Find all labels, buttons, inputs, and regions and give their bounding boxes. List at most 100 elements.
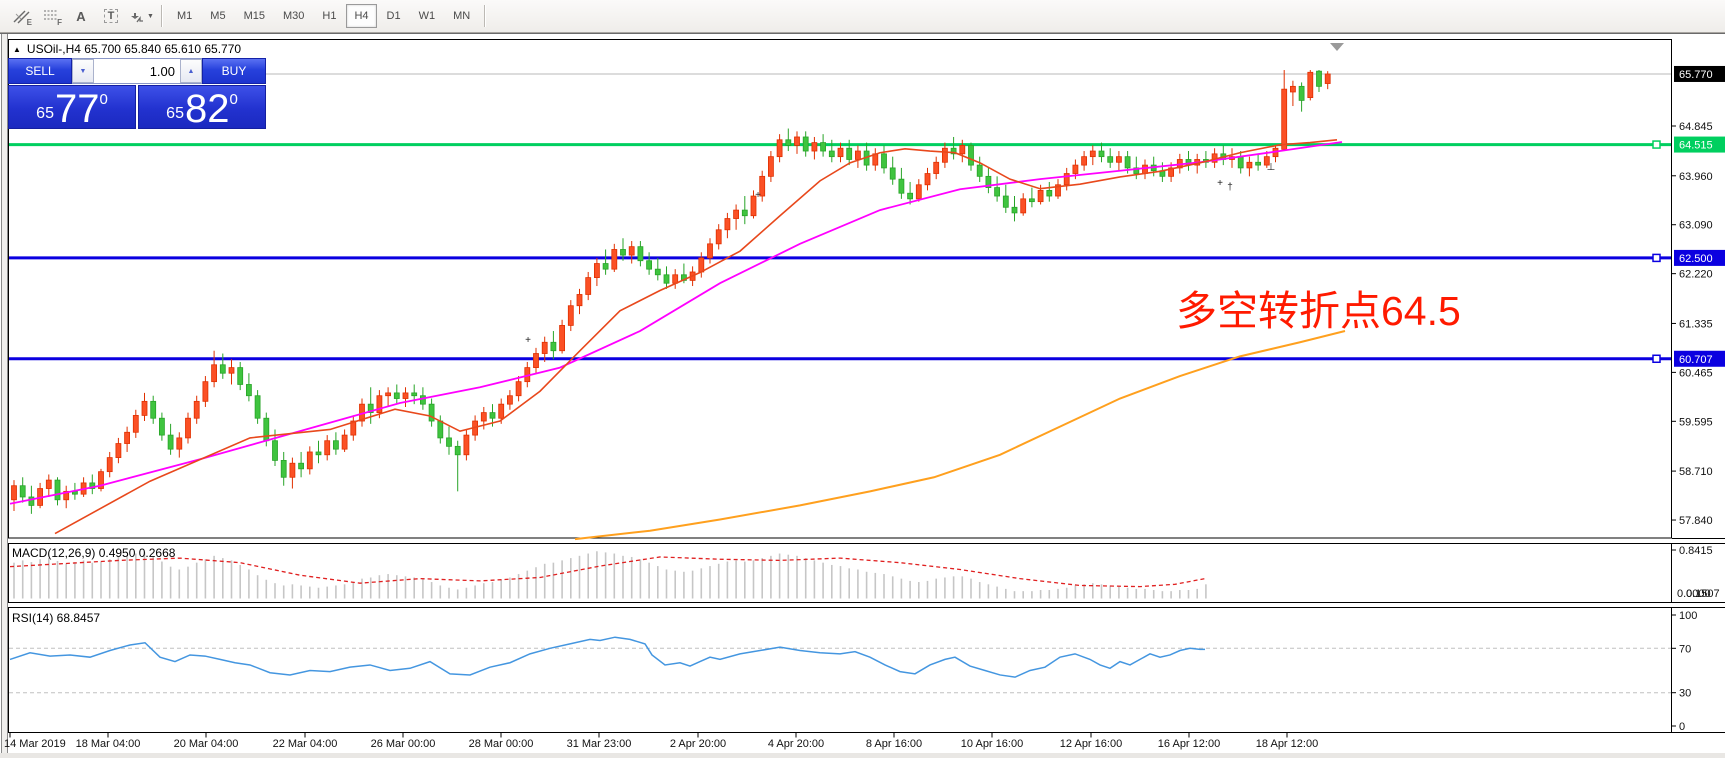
- candle: [1125, 157, 1130, 168]
- candle: [133, 415, 138, 432]
- price-axis-label: 62.220: [1679, 269, 1713, 281]
- price-axis-label: 59.595: [1679, 416, 1713, 428]
- rsi-scale-label: 0: [1679, 721, 1685, 733]
- candle: [977, 165, 982, 176]
- candle: [1116, 157, 1121, 163]
- candle: [534, 354, 539, 368]
- candle: [829, 151, 834, 157]
- timeframe-button-D1[interactable]: D1: [379, 4, 409, 28]
- candle: [560, 325, 565, 350]
- candle: [1099, 151, 1104, 157]
- spinner-up-icon: ▲: [188, 68, 195, 75]
- candle: [20, 486, 25, 497]
- candle: [107, 458, 112, 472]
- trade-marker: ⊥: [1267, 162, 1276, 173]
- volume-decrease-button[interactable]: ▼: [72, 59, 94, 83]
- candle: [316, 452, 321, 455]
- candle: [699, 258, 704, 272]
- date-axis-label: 20 Mar 04:00: [174, 738, 239, 750]
- level-line-handle[interactable]: [1653, 254, 1660, 261]
- trade-marker: +: [525, 335, 531, 346]
- timeframe-button-M5[interactable]: M5: [202, 4, 233, 28]
- mt4-terminal: E F A T ▼ M1M5M15M30H1H4D1W1MN: [0, 0, 1725, 758]
- candle: [899, 179, 904, 193]
- candle: [281, 460, 286, 477]
- candle: [1003, 196, 1008, 207]
- toolbar-separator-2: [484, 5, 486, 27]
- symbol-ohlc-text: USOil-,H4 65.700 65.840 65.610 65.770: [27, 42, 241, 56]
- candle: [273, 441, 278, 461]
- text-label-tool-button[interactable]: T: [97, 3, 125, 29]
- candle: [664, 275, 669, 283]
- text-tool-icon: A: [76, 9, 85, 24]
- ask-big-digits: 82: [185, 92, 230, 126]
- equidistant-channel-tool-button[interactable]: E: [7, 3, 35, 29]
- rsi-scale-label: 70: [1679, 643, 1691, 655]
- candle: [1256, 162, 1261, 165]
- text-tool-button[interactable]: A: [67, 3, 95, 29]
- timeframe-button-M1[interactable]: M1: [169, 4, 200, 28]
- price-axis-label: 64.845: [1679, 121, 1713, 133]
- volume-input[interactable]: [94, 59, 180, 83]
- timeframe-button-H4[interactable]: H4: [346, 4, 376, 28]
- ask-price-box[interactable]: 65 82 0: [138, 85, 266, 129]
- buy-button[interactable]: BUY: [202, 58, 266, 84]
- candle: [342, 435, 347, 449]
- candle: [673, 275, 678, 283]
- candle: [647, 261, 652, 269]
- arrows-dropdown-caret-icon[interactable]: ▼: [147, 13, 154, 20]
- rsi-scale-label: 30: [1679, 688, 1691, 700]
- candle: [168, 435, 173, 449]
- candle: [447, 438, 452, 446]
- candle: [1282, 89, 1287, 149]
- candle: [655, 269, 660, 275]
- volume-increase-button[interactable]: ▲: [180, 59, 202, 83]
- trade-buttons-row: SELL ▼ ▲ BUY: [8, 58, 266, 84]
- date-axis-label: 26 Mar 00:00: [371, 738, 436, 750]
- sell-button[interactable]: SELL: [8, 58, 72, 84]
- candle: [481, 413, 486, 421]
- bid-price-box[interactable]: 65 77 0: [8, 85, 136, 129]
- candle: [507, 396, 512, 404]
- candle: [925, 174, 930, 185]
- toolbar: E F A T ▼ M1M5M15M30H1H4D1W1MN: [0, 0, 1725, 33]
- level-line-handle[interactable]: [1653, 355, 1660, 362]
- timeframe-button-W1[interactable]: W1: [411, 4, 444, 28]
- candle: [420, 396, 425, 404]
- timeframe-button-M15[interactable]: M15: [236, 4, 273, 28]
- arrows-tool-button[interactable]: ▼: [127, 3, 155, 29]
- candle: [768, 157, 773, 177]
- candle: [490, 413, 495, 419]
- level-price-label: 64.515: [1679, 140, 1713, 152]
- bid-pip-digit: 0: [99, 91, 107, 108]
- collapse-arrow-icon[interactable]: ▲: [13, 45, 21, 54]
- timeframe-button-MN[interactable]: MN: [445, 4, 478, 28]
- candle: [586, 278, 591, 295]
- timeframe-button-M30[interactable]: M30: [275, 4, 312, 28]
- toolbar-separator: [161, 5, 163, 27]
- volume-spinner: ▼ ▲: [72, 58, 202, 84]
- date-axis-label: 2 Apr 20:00: [670, 738, 726, 750]
- level-line-handle[interactable]: [1653, 141, 1660, 148]
- candle: [194, 401, 199, 418]
- candle: [186, 418, 191, 438]
- timeframe-button-H1[interactable]: H1: [314, 4, 344, 28]
- macd-scale-bottom-label: 0.1507: [1686, 588, 1720, 600]
- candle: [1325, 74, 1330, 84]
- rsi-scale-label: 100: [1679, 610, 1697, 622]
- date-axis-label: 16 Apr 12:00: [1158, 738, 1220, 750]
- candle: [603, 264, 608, 270]
- candle: [855, 151, 860, 159]
- candle: [786, 140, 791, 146]
- candle: [542, 342, 547, 353]
- macd-indicator-label: MACD(12,26,9) 0.4950 0.2668: [12, 546, 175, 560]
- candle: [151, 401, 156, 418]
- candle: [568, 306, 573, 326]
- candle: [1308, 72, 1313, 97]
- candle: [716, 230, 721, 244]
- candle: [742, 210, 747, 216]
- candle: [777, 140, 782, 157]
- fibonacci-tool-button[interactable]: F: [37, 3, 65, 29]
- spinner-down-icon: ▼: [80, 68, 87, 75]
- candle: [934, 162, 939, 173]
